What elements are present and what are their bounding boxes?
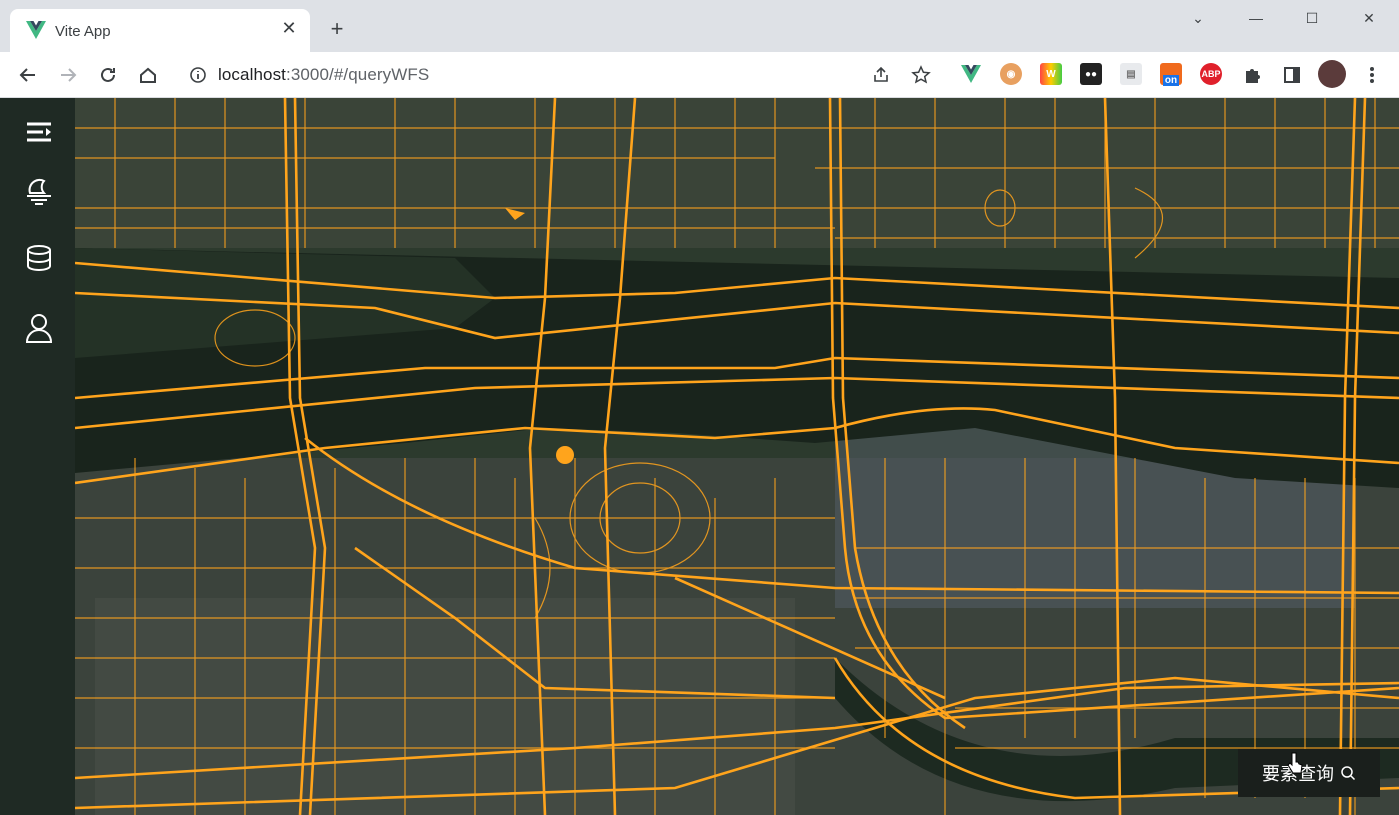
user-icon[interactable] bbox=[22, 311, 56, 345]
url-path: :3000/#/queryWFS bbox=[286, 65, 430, 84]
abp-icon[interactable]: ABP bbox=[1200, 63, 1222, 85]
menu-fold-icon[interactable] bbox=[22, 115, 56, 149]
tab-search-chevron-icon[interactable]: ⌄ bbox=[1186, 8, 1210, 28]
search-icon bbox=[1341, 766, 1356, 781]
share-icon[interactable] bbox=[869, 63, 893, 87]
vue-devtools-icon[interactable] bbox=[960, 63, 982, 85]
avatar[interactable] bbox=[1318, 60, 1346, 88]
site-info-icon[interactable] bbox=[186, 63, 210, 87]
address-bar[interactable]: localhost:3000/#/queryWFS bbox=[218, 65, 429, 85]
database-icon[interactable] bbox=[22, 241, 56, 275]
bookmark-star-icon[interactable] bbox=[909, 63, 933, 87]
minimize-icon[interactable]: — bbox=[1244, 8, 1268, 28]
browser-toolbar: localhost:3000/#/queryWFS ◉ W ●● ▤ on AB… bbox=[0, 52, 1399, 98]
close-window-icon[interactable]: ✕ bbox=[1357, 8, 1381, 28]
back-icon[interactable] bbox=[16, 63, 40, 87]
owl-icon[interactable]: ◉ bbox=[1000, 63, 1022, 85]
map-canvas[interactable] bbox=[75, 98, 1399, 815]
puzzle-icon[interactable] bbox=[1240, 63, 1264, 87]
tab-close-icon[interactable]: ✕ bbox=[280, 19, 298, 37]
vue-logo-icon bbox=[26, 21, 46, 39]
on-badge-label: on bbox=[1162, 74, 1180, 86]
on-icon[interactable]: on bbox=[1160, 63, 1182, 86]
w-icon[interactable]: W bbox=[1040, 63, 1062, 85]
mouse-pointer-icon bbox=[1287, 752, 1303, 774]
map-view[interactable] bbox=[75, 98, 1399, 815]
dots-icon[interactable]: ●● bbox=[1080, 63, 1102, 85]
url-host: localhost bbox=[218, 65, 286, 84]
new-tab-icon[interactable]: + bbox=[326, 18, 348, 40]
browser-tabstrip: Vite App ✕ + ⌄ — ☐ ✕ bbox=[0, 0, 1399, 52]
more-menu-icon[interactable] bbox=[1360, 63, 1384, 87]
sunset-icon[interactable] bbox=[22, 173, 56, 207]
abp-label: ABP bbox=[1201, 69, 1221, 79]
forward-icon[interactable] bbox=[56, 63, 80, 87]
doc-icon[interactable]: ▤ bbox=[1120, 63, 1142, 85]
reload-icon[interactable] bbox=[96, 63, 120, 87]
browser-tab[interactable]: Vite App ✕ bbox=[10, 9, 310, 52]
feature-query-button[interactable]: 要素查询 bbox=[1238, 749, 1380, 797]
app-sidebar bbox=[0, 98, 75, 815]
sidepanel-icon[interactable] bbox=[1280, 63, 1304, 87]
home-icon[interactable] bbox=[136, 63, 160, 87]
tab-title: Vite App bbox=[55, 23, 111, 40]
maximize-icon[interactable]: ☐ bbox=[1300, 8, 1324, 28]
